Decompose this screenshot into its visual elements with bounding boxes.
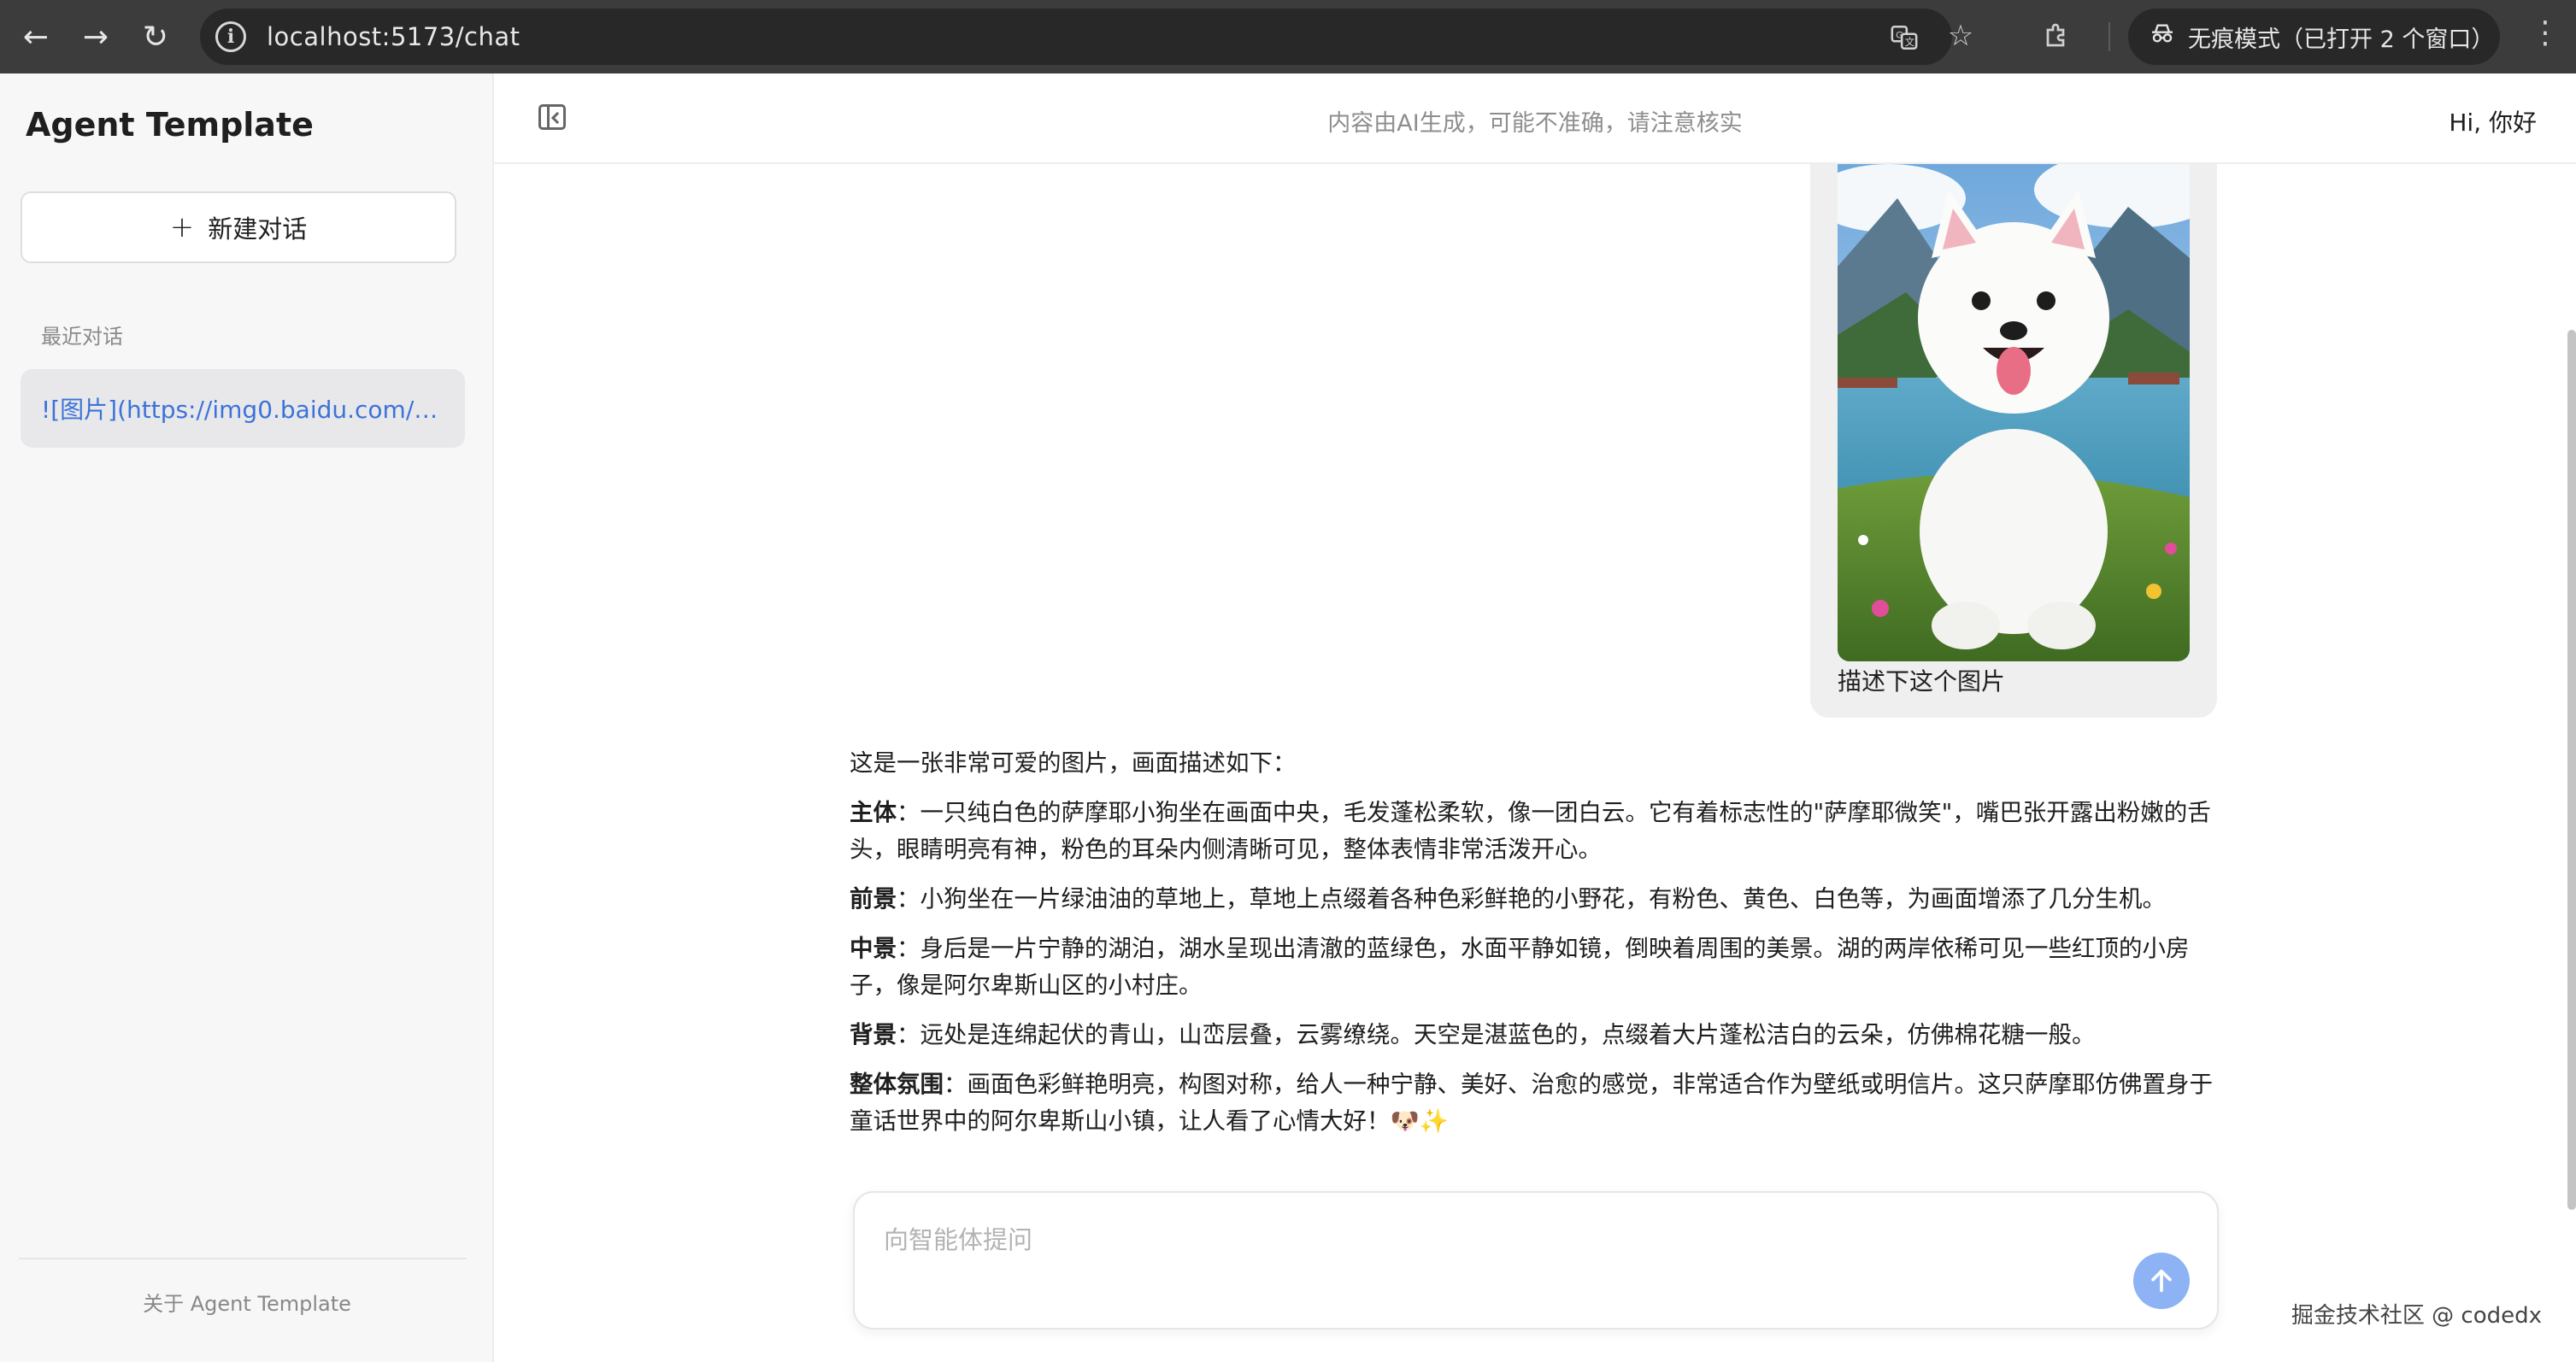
translate-icon[interactable]: G文 [1887,21,1921,55]
send-button[interactable] [2133,1253,2190,1309]
back-icon[interactable]: ← [10,11,62,62]
answer-intro: 这是一张非常可爱的图片，画面描述如下： [850,749,1297,777]
recent-chats-heading: 最近对话 [41,325,123,349]
user-message-text: 描述下这个图片 [1838,667,2006,696]
answer-section: 整体氛围：画面色彩鲜艳明亮，构图对称，给人一种宁静、美好、治愈的感觉，非常适合作… [850,1066,2220,1140]
new-chat-label: 新建对话 [208,214,308,244]
answer-section-heading: 前景 [850,885,897,913]
chat-scrollbar[interactable] [2567,330,2576,1210]
forward-icon[interactable]: → [70,11,121,62]
answer-section: 背景：远处是连绵起伏的青山，山峦层叠，云雾缭绕。天空是湛蓝色的，点缀着大片蓬松洁… [850,1017,2220,1054]
answer-section-text: ：小狗坐在一片绿油油的草地上，草地上点缀着各种色彩鲜艳的小野花，有粉色、黄色、白… [897,885,2166,913]
chat-input-placeholder[interactable]: 向智能体提问 [884,1220,1032,1256]
arrow-up-icon [2151,1269,2172,1293]
answer-section: 主体：一只纯白色的萨摩耶小狗坐在画面中央，毛发蓬松柔软，像一团白云。它有着标志性… [850,795,2220,868]
assistant-message: 这是一张非常可爱的图片，画面描述如下： 主体：一只纯白色的萨摩耶小狗坐在画面中央… [850,745,2220,1153]
user-message-bubble: 描述下这个图片 [1810,164,2217,718]
chat-header: 内容由AI生成，可能不准确，请注意核实 Hi, 你好 [494,73,2576,164]
answer-section-heading: 背景 [850,1021,897,1048]
answer-section: 前景：小狗坐在一片绿油油的草地上，草地上点缀着各种色彩鲜艳的小野花，有粉色、黄色… [850,881,2220,918]
history-item[interactable]: ![图片](https://img0.baidu.com/it/u=... [21,369,465,448]
answer-section: 中景：身后是一片宁静的湖泊，湖水呈现出清澈的蓝绿色，水面平静如镜，倒映着周围的美… [850,931,2220,1004]
answer-section-heading: 中景 [850,935,897,962]
answer-section-heading: 主体 [850,799,897,826]
incognito-label: 无痕模式（已打开 2 个窗口） [2188,26,2495,53]
user-greeting: Hi, 你好 [2449,109,2537,137]
url-text[interactable]: localhost:5173/chat [267,22,520,51]
bookmark-star-icon[interactable]: ☆ [1944,19,1978,53]
chat-area: 描述下这个图片 这是一张非常可爱的图片，画面描述如下： 主体：一只纯白色的萨摩耶… [494,164,2576,1362]
incognito-badge[interactable]: 无痕模式（已打开 2 个窗口） [2128,9,2500,65]
watermark: 掘金技术社区 @ codedx [2291,1303,2542,1329]
answer-section-text: ：画面色彩鲜艳明亮，构图对称，给人一种宁静、美好、治愈的感觉，非常适合作为壁纸或… [850,1071,2213,1135]
extensions-icon[interactable] [2043,20,2073,58]
sidebar: Agent Template + 新建对话 最近对话 ![图片](https:/… [0,73,494,1362]
svg-text:文: 文 [1905,36,1914,48]
sidebar-divider [19,1258,467,1259]
site-info-icon[interactable]: i [215,21,246,52]
reload-icon[interactable]: ↻ [130,11,181,62]
answer-section-text: ：身后是一片宁静的湖泊，湖水呈现出清澈的蓝绿色，水面平静如镜，倒映着周围的美景。… [850,935,2190,999]
toolbar-separator [2108,22,2110,51]
browser-toolbar: ← → ↻ i localhost:5173/chat G文 ☆ 无痕模式（已打… [0,0,2576,73]
new-chat-button[interactable]: + 新建对话 [21,191,456,263]
plus-icon: + [169,210,195,244]
answer-section-text: ：一只纯白色的萨摩耶小狗坐在画面中央，毛发蓬松柔软，像一团白云。它有着标志性的"… [850,799,2211,863]
app-title: Agent Template [26,106,314,144]
incognito-icon [2149,20,2176,54]
more-menu-icon[interactable]: ⋮ [2530,15,2561,50]
address-bar[interactable]: i localhost:5173/chat G文 ☆ [200,9,1973,65]
answer-section-text: ：远处是连绵起伏的青山，山峦层叠，云雾缭绕。天空是湛蓝色的，点缀着大片蓬松洁白的… [897,1021,2096,1048]
about-link[interactable]: 关于 Agent Template [0,1287,494,1317]
history-item-label: ![图片](https://img0.baidu.com/it/u=... [41,396,444,424]
answer-section-heading: 整体氛围 [850,1071,944,1098]
user-uploaded-image[interactable] [1838,164,2190,661]
ai-disclaimer: 内容由AI生成，可能不准确，请注意核实 [1327,110,1743,137]
chat-input[interactable]: 向智能体提问 [853,1191,2219,1330]
